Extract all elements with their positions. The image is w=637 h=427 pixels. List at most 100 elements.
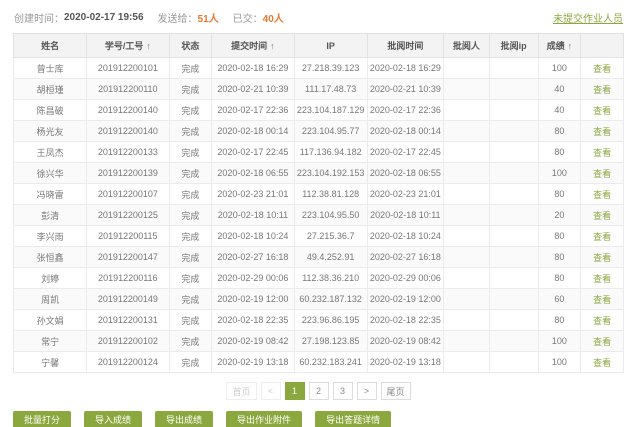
review-ip-cell <box>488 309 539 331</box>
submit-time-cell: 2020-02-27 16:18 <box>211 246 295 268</box>
view-link[interactable]: 查看 <box>593 337 611 347</box>
table-row: 胡桓瑾 201912200110 完成 2020-02-21 10:39 111.17.… <box>12 78 624 100</box>
view-link[interactable]: 查看 <box>593 358 611 368</box>
name-cell: 刘婷 <box>12 267 88 289</box>
table-row: 李兴雨 201912200115 完成 2020-02-18 10:24 27.215.… <box>12 225 624 247</box>
ip-cell: 27.218.39.123 <box>293 57 368 79</box>
id-cell: 201912200147 <box>86 246 170 268</box>
review-ip-cell <box>488 225 539 247</box>
name-cell: 孙文娟 <box>12 309 88 331</box>
review-ip-cell <box>488 183 539 205</box>
submit-time-cell: 2020-02-18 10:24 <box>211 225 295 247</box>
review-ip-cell <box>488 99 539 121</box>
review-time-cell: 2020-02-17 22:36 <box>366 99 445 121</box>
review-time-cell: 2020-02-29 00:06 <box>366 267 445 289</box>
score-cell: 80 <box>537 246 582 268</box>
reviewer-cell <box>443 330 490 352</box>
id-cell: 201912200107 <box>86 183 170 205</box>
id-cell: 201912200149 <box>86 288 170 310</box>
score-cell: 100 <box>537 351 582 373</box>
column-header[interactable]: 学号/工号 ↑ <box>86 33 170 58</box>
column-header: 批阅ip <box>488 33 539 58</box>
sort-ascending-icon[interactable]: ↑ <box>270 41 275 51</box>
view-link[interactable]: 查看 <box>593 64 611 74</box>
status-cell: 完成 <box>168 120 213 142</box>
table-row: 张恒鑫 201912200147 完成 2020-02-27 16:18 49.4.25… <box>12 246 624 268</box>
action-button[interactable]: 导出答题详情 <box>315 411 392 427</box>
ip-cell: 223.104.187.129 <box>293 99 368 121</box>
status-cell: 完成 <box>168 330 213 352</box>
summary-bar: 创建时间： 2020-02-17 19:56 发送给： 51人 已交： 40人 … <box>14 10 623 25</box>
view-cell: 查看 <box>580 246 624 268</box>
view-cell: 查看 <box>580 57 624 79</box>
submitted-label: 已交： <box>232 14 263 25</box>
column-header: 状态 <box>168 33 213 58</box>
view-link[interactable]: 查看 <box>593 169 611 179</box>
page-button[interactable]: > <box>356 382 377 400</box>
view-link[interactable]: 查看 <box>593 295 611 305</box>
ip-cell: 223.104.192.153 <box>293 162 368 184</box>
ip-cell: 27.198.123.85 <box>293 330 368 352</box>
id-cell: 201912200131 <box>86 309 170 331</box>
view-link[interactable]: 查看 <box>593 274 611 284</box>
page-button[interactable]: 3 <box>332 382 353 400</box>
unsubmitted-students-link[interactable]: 未提交作业人员 <box>553 10 623 25</box>
submit-time-cell: 2020-02-18 00:14 <box>211 120 295 142</box>
id-cell: 201912200116 <box>86 267 170 289</box>
score-cell: 100 <box>537 57 582 79</box>
ip-cell: 223.96.86.195 <box>293 309 368 331</box>
view-cell: 查看 <box>580 99 624 121</box>
status-cell: 完成 <box>168 57 213 79</box>
review-ip-cell <box>488 141 539 163</box>
view-link[interactable]: 查看 <box>593 106 611 116</box>
review-ip-cell <box>488 204 539 226</box>
action-button[interactable]: 导出作业附件 <box>226 411 303 427</box>
score-cell: 80 <box>537 183 582 205</box>
name-cell: 胡桓瑾 <box>12 78 88 100</box>
name-cell: 杨光友 <box>12 120 88 142</box>
view-link[interactable]: 查看 <box>593 148 611 158</box>
id-cell: 201912200115 <box>86 225 170 247</box>
action-button[interactable]: 批量打分 <box>13 411 72 427</box>
review-time-cell: 2020-02-17 22:45 <box>366 141 445 163</box>
ip-cell: 117.136.94.182 <box>293 141 368 163</box>
page-button[interactable]: 1 <box>284 382 305 400</box>
submit-time-cell: 2020-02-17 22:36 <box>211 99 295 121</box>
review-time-cell: 2020-02-18 22:35 <box>366 309 445 331</box>
view-link[interactable]: 查看 <box>593 232 611 242</box>
view-link[interactable]: 查看 <box>593 253 611 263</box>
review-ip-cell <box>488 288 539 310</box>
view-cell: 查看 <box>580 225 624 247</box>
table-row: 彭清 201912200125 完成 2020-02-18 10:11 223.104.… <box>12 204 624 226</box>
view-link[interactable]: 查看 <box>593 127 611 137</box>
page-button[interactable]: 尾页 <box>380 382 411 400</box>
review-ip-cell <box>488 57 539 79</box>
sort-ascending-icon[interactable]: ↑ <box>146 41 151 51</box>
id-cell: 201912200139 <box>86 162 170 184</box>
view-link[interactable]: 查看 <box>593 85 611 95</box>
action-button[interactable]: 导出成绩 <box>155 411 214 427</box>
column-header: 姓名 <box>12 33 88 58</box>
view-link[interactable]: 查看 <box>593 211 611 221</box>
action-button[interactable]: 导入成绩 <box>84 411 143 427</box>
page-button[interactable]: 2 <box>308 382 329 400</box>
name-cell: 彭清 <box>12 204 88 226</box>
ip-cell: 49.4.252.91 <box>293 246 368 268</box>
ip-cell: 223.104.95.50 <box>293 204 368 226</box>
score-cell: 80 <box>537 141 582 163</box>
reviewer-cell <box>443 162 490 184</box>
table-header-row: 姓名 学号/工号 ↑ 状态 提交时间 ↑ IP 批阅时间 批阅人 批阅ip 成绩 ↑ <box>12 33 624 58</box>
column-header[interactable]: 提交时间 ↑ <box>211 33 295 58</box>
score-cell: 100 <box>537 330 582 352</box>
id-cell: 201912200140 <box>86 99 170 121</box>
reviewer-cell <box>443 267 490 289</box>
column-header[interactable]: 成绩 ↑ <box>537 33 582 58</box>
score-cell: 40 <box>537 78 582 100</box>
score-cell: 20 <box>537 204 582 226</box>
review-ip-cell <box>488 78 539 100</box>
sort-ascending-icon[interactable]: ↑ <box>568 41 573 51</box>
view-link[interactable]: 查看 <box>593 316 611 326</box>
view-link[interactable]: 查看 <box>593 190 611 200</box>
id-cell: 201912200101 <box>86 57 170 79</box>
reviewer-cell <box>443 141 490 163</box>
